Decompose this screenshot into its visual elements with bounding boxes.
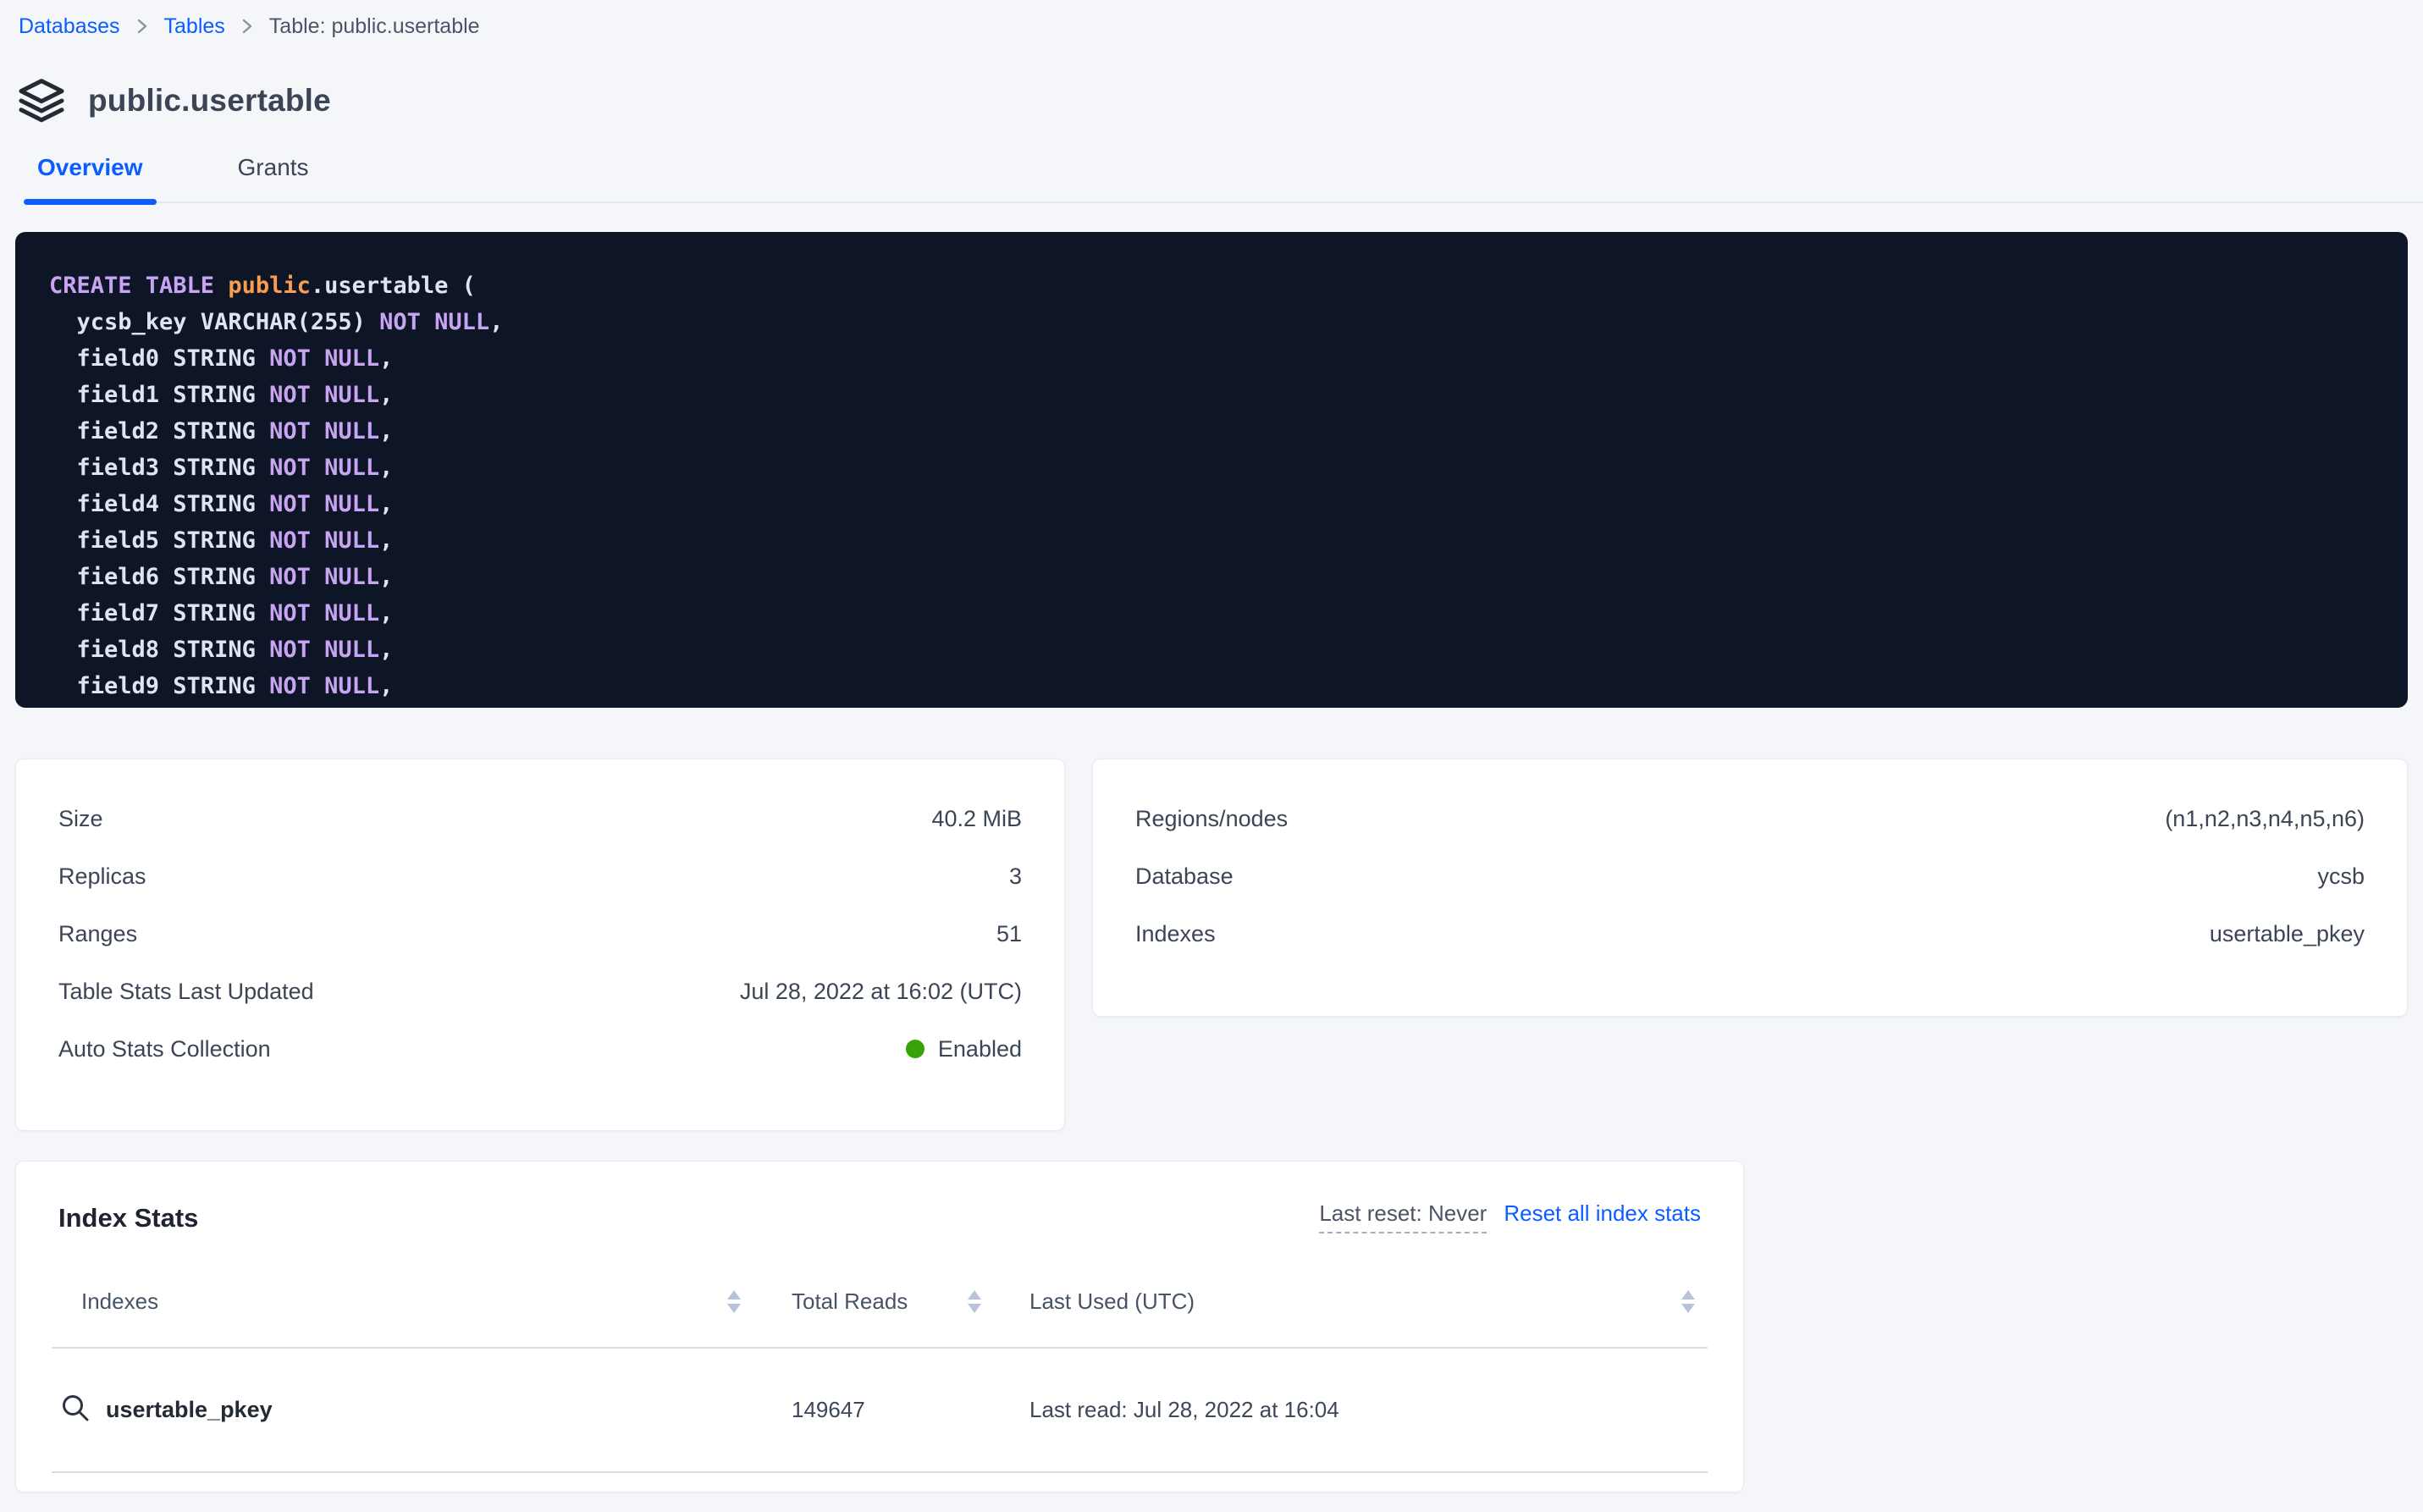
stat-value: Jul 28, 2022 at 16:02 (UTC) — [740, 979, 1022, 1005]
index-stats-title: Index Stats — [58, 1203, 198, 1233]
index-stats-table: Indexes Total Reads Last Used (UTC) — [52, 1255, 1708, 1473]
stat-label: Database — [1135, 864, 1234, 890]
sql-line: field7 STRING NOT NULL, — [49, 595, 2374, 632]
last-used-value: Last read: Jul 28, 2022 at 16:04 — [1029, 1397, 1708, 1423]
last-reset-label: Last reset: Never — [1319, 1200, 1487, 1233]
breadcrumb-databases[interactable]: Databases — [19, 14, 120, 39]
reset-index-stats-link[interactable]: Reset all index stats — [1504, 1200, 1701, 1227]
stat-value: (n1,n2,n3,n4,n5,n6) — [2165, 806, 2365, 832]
tab-bar: Overview Grants — [24, 154, 2423, 203]
breadcrumb-tables[interactable]: Tables — [164, 14, 225, 39]
tab-grants-label: Grants — [238, 154, 309, 180]
create-table-sql-block: CREATE TABLE public.usertable ( ycsb_key… — [15, 232, 2408, 708]
sort-icon[interactable] — [1681, 1290, 1695, 1313]
sort-icon[interactable] — [968, 1290, 981, 1313]
stat-value: 51 — [996, 921, 1022, 947]
column-label: Last Used (UTC) — [1029, 1289, 1195, 1315]
chevron-right-icon — [137, 18, 147, 35]
stat-row-auto-stats: Auto Stats Collection Enabled — [58, 1020, 1022, 1078]
table-stats-card: Size 40.2 MiB Replicas 3 Ranges 51 Table… — [15, 759, 1065, 1131]
stat-row-database: Database ycsb — [1135, 847, 2365, 905]
total-reads-value: 149647 — [792, 1397, 981, 1423]
tab-grants[interactable]: Grants — [224, 154, 323, 201]
stat-label: Indexes — [1135, 921, 1216, 947]
stat-value: usertable_pkey — [2210, 921, 2365, 947]
stat-row-ranges: Ranges 51 — [58, 905, 1022, 963]
sql-line: ycsb_key VARCHAR(255) NOT NULL, — [49, 304, 2374, 340]
stat-label: Size — [58, 806, 103, 832]
tab-overview[interactable]: Overview — [24, 154, 157, 201]
stat-label: Auto Stats Collection — [58, 1036, 271, 1062]
tab-overview-label: Overview — [37, 154, 143, 180]
index-stats-card: Index Stats Last reset: Never Reset all … — [15, 1161, 1744, 1493]
sql-line: field9 STRING NOT NULL, — [49, 668, 2374, 704]
column-header-total-reads[interactable]: Total Reads — [792, 1289, 981, 1315]
stat-label: Regions/nodes — [1135, 806, 1288, 832]
stat-value: 3 — [1009, 864, 1022, 890]
column-header-last-used[interactable]: Last Used (UTC) — [1029, 1289, 1708, 1315]
sql-line: field3 STRING NOT NULL, — [49, 450, 2374, 486]
status-enabled-dot — [906, 1040, 924, 1058]
stat-row-replicas: Replicas 3 — [58, 847, 1022, 905]
table-row: usertable_pkey 149647 Last read: Jul 28,… — [52, 1349, 1708, 1473]
reset-controls: Last reset: Never Reset all index stats — [1319, 1200, 1701, 1233]
stat-label: Table Stats Last Updated — [58, 979, 314, 1005]
sql-line: field5 STRING NOT NULL, — [49, 522, 2374, 559]
magnifier-icon — [58, 1391, 92, 1429]
table-stack-icon — [17, 78, 66, 124]
chevron-right-icon — [242, 18, 252, 35]
stat-row-size: Size 40.2 MiB — [58, 790, 1022, 847]
status-text: Enabled — [938, 1036, 1022, 1062]
sql-line: field0 STRING NOT NULL, — [49, 340, 2374, 377]
summary-cards: Size 40.2 MiB Replicas 3 Ranges 51 Table… — [15, 759, 2408, 1131]
column-label: Indexes — [81, 1289, 158, 1315]
sql-line: CREATE TABLE public.usertable ( — [49, 268, 2374, 304]
breadcrumb: Databases Tables Table: public.usertable — [0, 12, 2423, 41]
index-link-usertable-pkey[interactable]: usertable_pkey — [52, 1391, 741, 1429]
column-header-indexes[interactable]: Indexes — [52, 1289, 741, 1315]
page-title: public.usertable — [88, 83, 331, 119]
stat-row-stats-updated: Table Stats Last Updated Jul 28, 2022 at… — [58, 963, 1022, 1020]
sql-line: field2 STRING NOT NULL, — [49, 413, 2374, 450]
table-info-card: Regions/nodes (n1,n2,n3,n4,n5,n6) Databa… — [1092, 759, 2408, 1017]
sql-line: field6 STRING NOT NULL, — [49, 559, 2374, 595]
sql-line: field1 STRING NOT NULL, — [49, 377, 2374, 413]
index-stats-header: Index Stats Last reset: Never Reset all … — [16, 1162, 1743, 1233]
page-header: public.usertable — [17, 76, 2423, 125]
breadcrumb-current: Table: public.usertable — [269, 14, 480, 39]
stat-value: 40.2 MiB — [931, 806, 1022, 832]
index-name: usertable_pkey — [106, 1397, 273, 1423]
stat-row-indexes: Indexes usertable_pkey — [1135, 905, 2365, 963]
stat-row-regions: Regions/nodes (n1,n2,n3,n4,n5,n6) — [1135, 790, 2365, 847]
sql-line: field8 STRING NOT NULL, — [49, 632, 2374, 668]
column-label: Total Reads — [792, 1289, 908, 1315]
stat-label: Replicas — [58, 864, 146, 890]
sort-icon[interactable] — [727, 1290, 741, 1313]
status-value: Enabled — [906, 1036, 1022, 1062]
index-table-header: Indexes Total Reads Last Used (UTC) — [52, 1255, 1708, 1349]
table-details-page: Databases Tables Table: public.usertable… — [0, 0, 2423, 1493]
stat-label: Ranges — [58, 921, 137, 947]
sql-line: field4 STRING NOT NULL, — [49, 486, 2374, 522]
stat-value: ycsb — [2317, 864, 2365, 890]
